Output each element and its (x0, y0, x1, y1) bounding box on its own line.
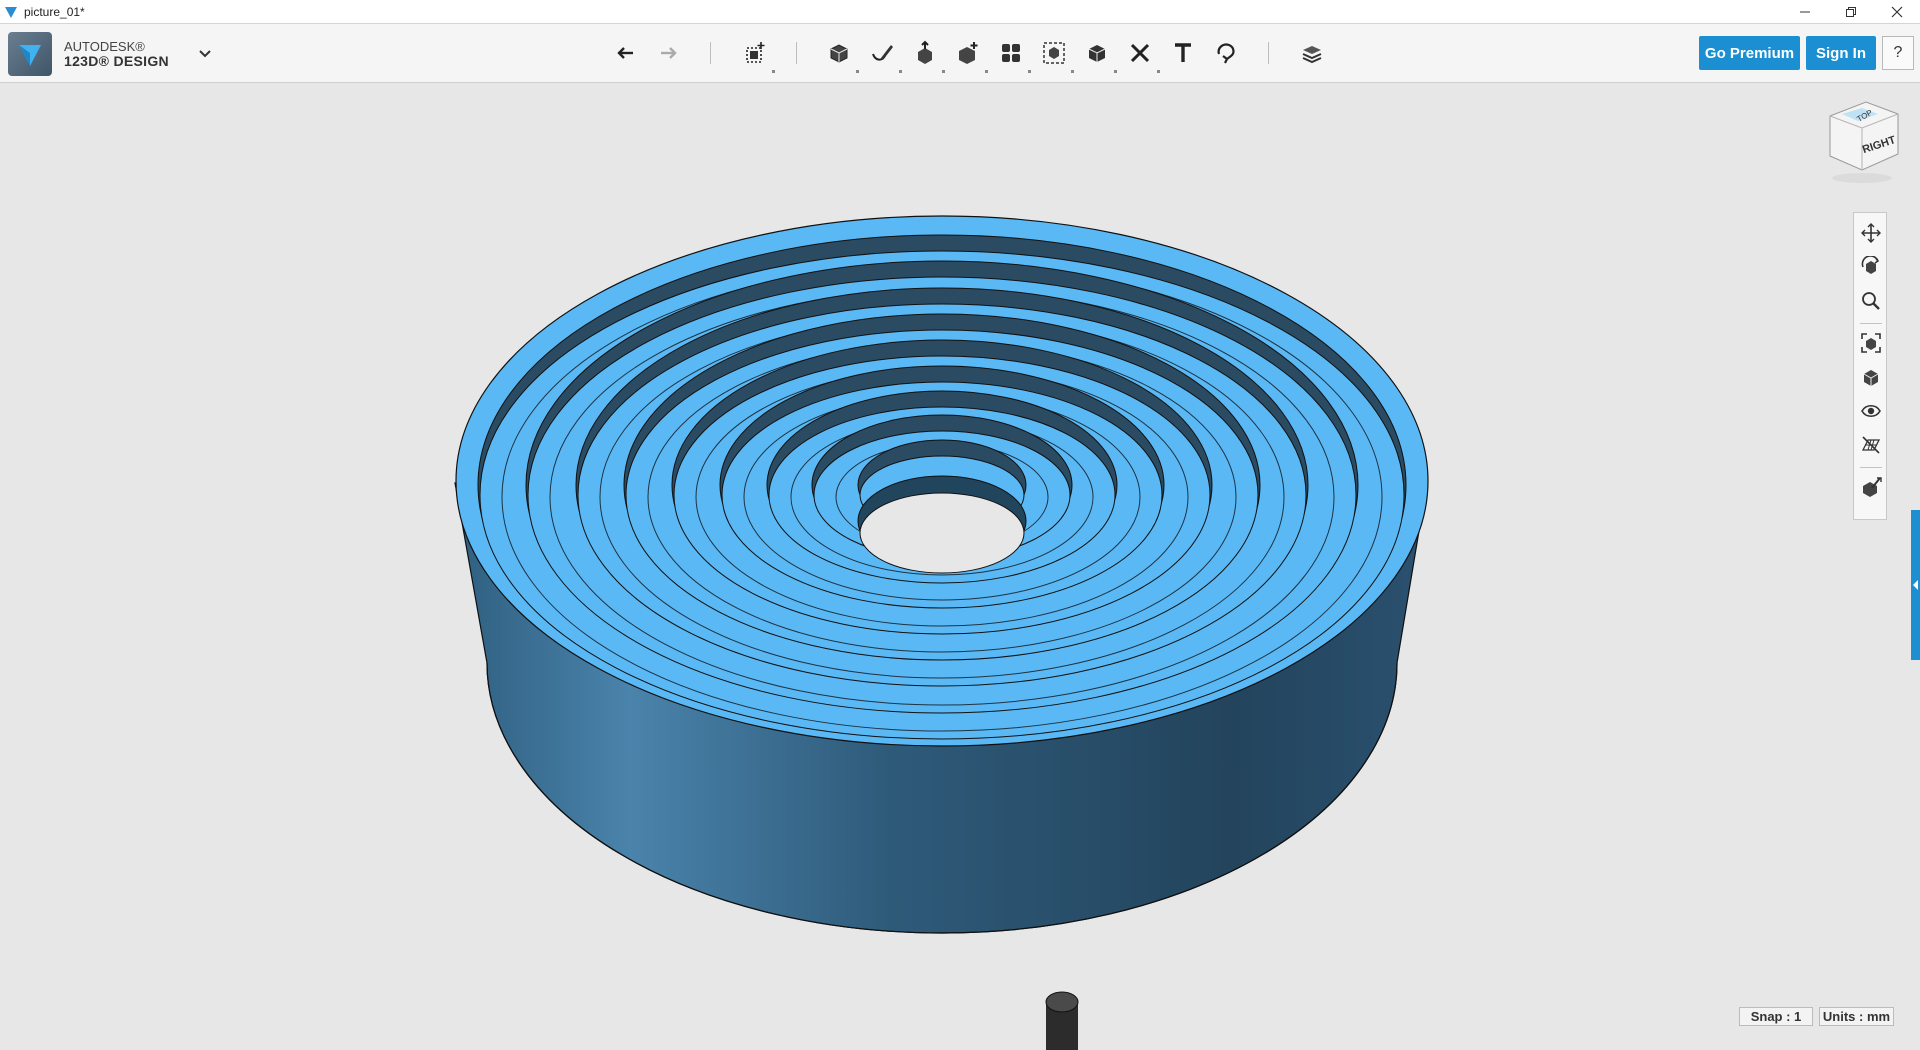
units-status[interactable]: Units : mm (1819, 1007, 1894, 1026)
navigation-bar (1853, 212, 1887, 520)
text-button[interactable] (1167, 37, 1199, 69)
primitives-icon (830, 44, 848, 63)
pan-icon (1861, 223, 1881, 243)
restore-button[interactable] (1828, 0, 1874, 23)
chevron-left-icon (1913, 580, 1918, 590)
materials-button[interactable] (1859, 475, 1883, 499)
construct-button[interactable] (909, 37, 945, 73)
pan-button[interactable] (1859, 221, 1883, 245)
viewcube[interactable]: TOP RIGHT (1822, 96, 1902, 184)
grouping-button[interactable] (1038, 37, 1074, 73)
primitives-button[interactable] (823, 37, 859, 73)
app-menu[interactable]: AUTODESK® 123D® DESIGN (8, 32, 169, 76)
toolbar-separator (796, 42, 797, 64)
orbit-button[interactable] (1859, 255, 1883, 279)
help-button[interactable]: ? (1882, 36, 1914, 70)
center-hole (859, 492, 1025, 574)
concentric-ring-model[interactable] (0, 83, 1920, 1050)
visibility-icon (1861, 404, 1881, 418)
redo-button[interactable] (652, 37, 684, 69)
transform-button[interactable] (739, 37, 775, 73)
fit-button[interactable] (1859, 331, 1883, 355)
pattern-icon (1002, 44, 1020, 62)
redo-icon (661, 47, 677, 59)
undo-icon (617, 47, 633, 59)
sketch-button[interactable] (866, 37, 902, 73)
grid-icon (1861, 436, 1881, 454)
construct-icon (918, 40, 932, 64)
visibility-button[interactable] (1859, 399, 1883, 423)
app-logo-icon (5, 6, 17, 18)
nav-separator (1860, 467, 1882, 468)
snap-status[interactable]: Snap : 1 (1739, 1007, 1813, 1026)
undo-button[interactable] (610, 37, 642, 69)
fit-icon (1861, 333, 1881, 353)
measure-button[interactable] (1124, 37, 1160, 73)
measure-icon (1130, 43, 1150, 63)
material-icon (1302, 46, 1322, 64)
snap-button[interactable] (1210, 37, 1242, 69)
modify-icon (959, 42, 978, 64)
main-toolbar: AUTODESK® 123D® DESIGN Go Premium Sign I… (0, 24, 1920, 83)
sketch-icon (872, 45, 893, 61)
brand-line2: 123D® DESIGN (64, 53, 169, 69)
close-button[interactable] (1874, 0, 1920, 23)
pattern-button[interactable] (995, 37, 1031, 73)
autodesk-logo-icon (8, 32, 52, 76)
chevron-down-icon[interactable] (196, 44, 214, 62)
grid-button[interactable] (1859, 433, 1883, 457)
zoom-icon (1862, 292, 1880, 310)
restore-icon (1846, 6, 1856, 17)
document-title: picture_01* (24, 4, 85, 19)
toolbar-separator (710, 42, 711, 64)
nav-separator (1860, 323, 1882, 324)
side-panel-toggle[interactable] (1911, 510, 1920, 660)
views-button[interactable] (1859, 365, 1883, 389)
transform-icon (746, 42, 765, 63)
window-controls (1782, 0, 1920, 23)
material-button[interactable] (1296, 37, 1328, 69)
modify-button[interactable] (952, 37, 988, 73)
snap-icon (1217, 43, 1235, 64)
cylinder-object[interactable] (1044, 990, 1080, 1050)
text-icon (1175, 43, 1191, 62)
materials-icon (1863, 477, 1882, 497)
combine-button[interactable] (1081, 37, 1117, 73)
combine-icon (1088, 45, 1106, 62)
toolbar-separator (1268, 42, 1269, 64)
minimize-icon (1800, 11, 1810, 12)
close-icon (1891, 6, 1903, 17)
brand-line1: AUTODESK® (64, 39, 145, 54)
orbit-icon (1861, 256, 1880, 274)
views-icon (1863, 370, 1879, 386)
sign-in-button[interactable]: Sign In (1806, 36, 1876, 70)
zoom-button[interactable] (1859, 289, 1883, 313)
3d-viewport[interactable] (0, 83, 1920, 1050)
minimize-button[interactable] (1782, 0, 1828, 23)
title-bar: picture_01* (0, 0, 1920, 24)
grouping-icon (1043, 42, 1065, 64)
brand-name: AUTODESK® 123D® DESIGN (64, 39, 169, 69)
go-premium-button[interactable]: Go Premium (1699, 36, 1800, 70)
